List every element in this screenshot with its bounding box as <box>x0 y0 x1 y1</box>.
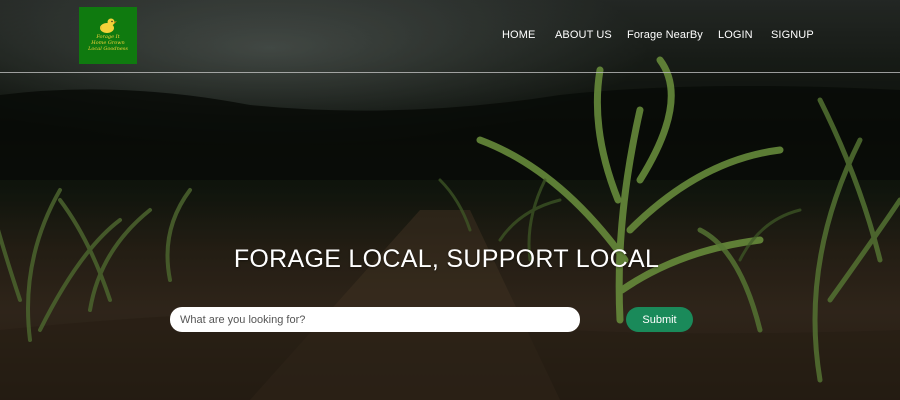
header-divider <box>0 72 900 73</box>
search-input[interactable] <box>170 307 580 332</box>
logo[interactable]: Forage It Home Grown Local Goodness <box>79 7 137 64</box>
submit-button[interactable]: Submit <box>626 307 693 332</box>
nav-signup[interactable]: SIGNUP <box>771 29 814 41</box>
nav-login[interactable]: LOGIN <box>718 29 753 41</box>
bird-icon <box>100 18 117 33</box>
nav-about-us[interactable]: ABOUT US <box>555 29 612 41</box>
logo-tagline-2: Local Goodness <box>88 46 128 52</box>
hero-title: FORAGE LOCAL, SUPPORT LOCAL <box>233 245 660 273</box>
nav-forage-nearby[interactable]: Forage NearBy <box>627 29 703 41</box>
nav-home[interactable]: HOME <box>502 29 535 41</box>
